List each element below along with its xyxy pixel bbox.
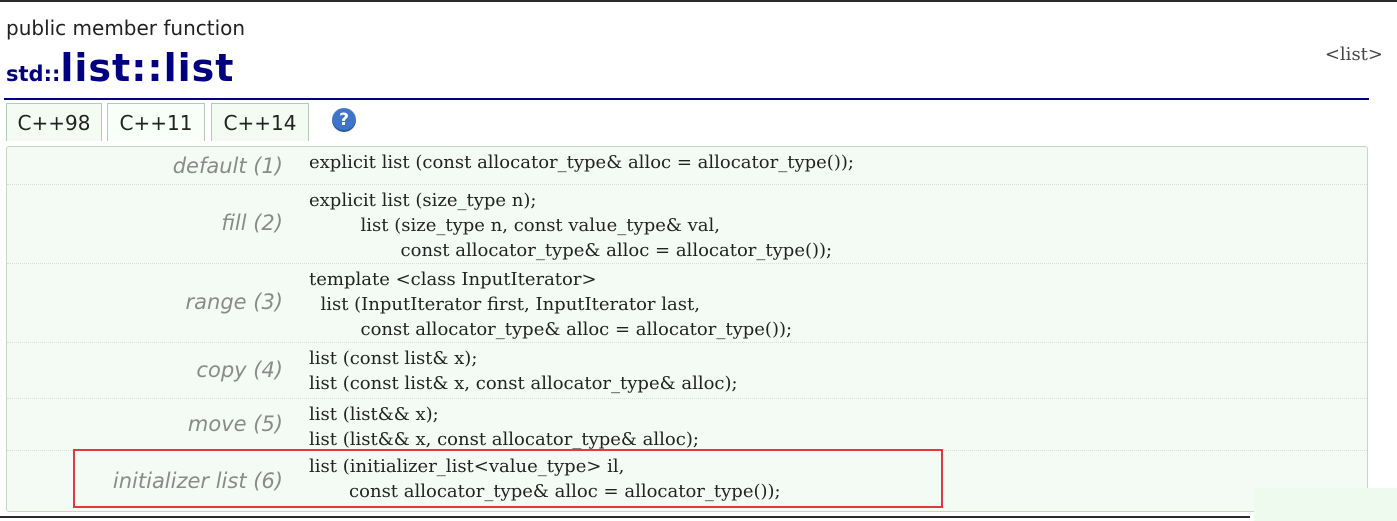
signature-code: list (const list& x); list (const list& … [309,348,738,394]
tab-cpp14[interactable]: C++14 [211,103,309,141]
signature-row-copy: copy (4) list (const list& x); list (con… [7,343,1367,399]
title-underline [4,98,1369,100]
help-icon[interactable]: ? [332,108,356,132]
tab-cpp98[interactable]: C++98 [6,103,102,141]
title-namespace: std:: [6,62,61,86]
signature-row-fill: fill (2) explicit list (size_type n); li… [7,185,1367,264]
member-kind: public member function [6,16,246,40]
bottom-divider [0,516,1250,518]
tab-cpp11[interactable]: C++11 [107,103,205,141]
signature-row-move: move (5) list (list&& x); list (list&& x… [7,399,1367,451]
signature-label: copy (4) [196,358,283,382]
signature-label: range (3) [185,290,283,314]
signature-label: fill (2) [221,211,283,235]
signature-row-range: range (3) template <class InputIterator>… [7,264,1367,343]
signature-code: explicit list (size_type n); list (size_… [309,190,833,261]
corner-patch [1254,488,1397,521]
signature-label: move (5) [187,412,283,436]
initializer-list-highlight [73,449,943,508]
top-divider [0,0,1397,2]
signature-code: template <class InputIterator> list (Inp… [309,269,793,340]
title-name: list::list [60,46,235,90]
signature-row-default: default (1) explicit list (const allocat… [7,147,1367,185]
page-title: std::list::list [6,46,234,90]
header-tag-link[interactable]: <list> [1325,44,1383,65]
signature-code: explicit list (const allocator_type& all… [309,152,854,173]
signature-code: list (list&& x); list (list&& x, const a… [309,404,699,450]
signature-label: default (1) [172,154,283,178]
